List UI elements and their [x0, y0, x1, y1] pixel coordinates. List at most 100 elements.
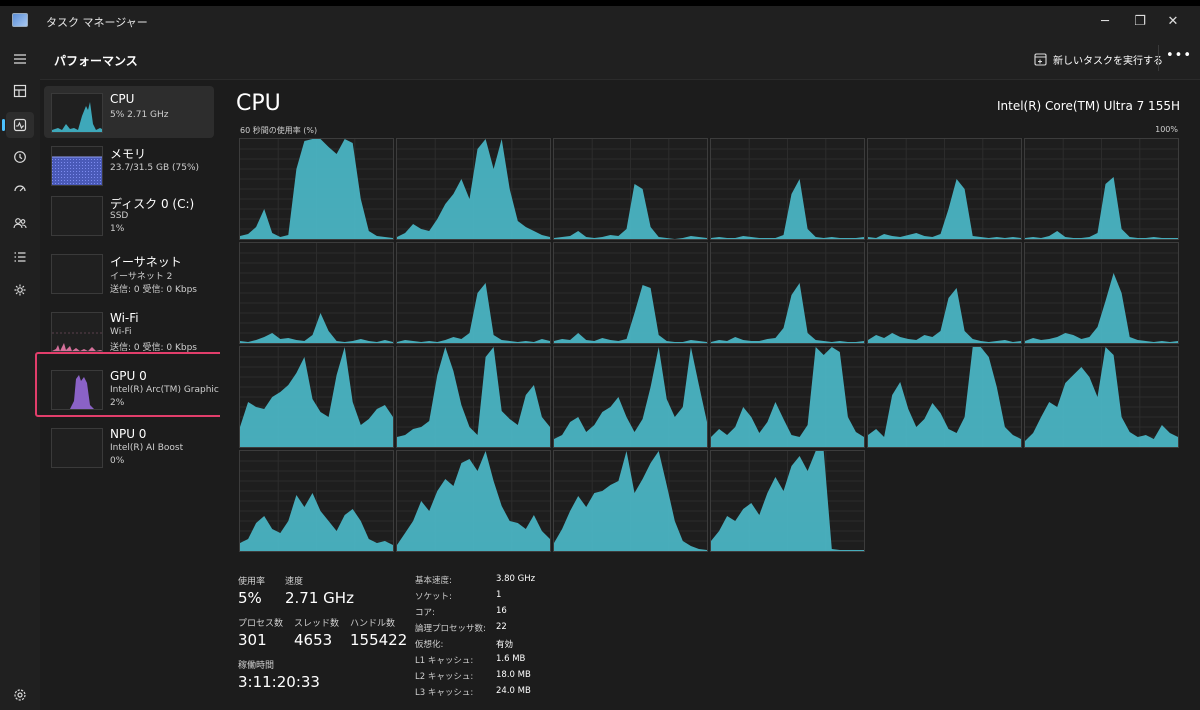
handles-value: 155422 — [350, 631, 408, 649]
core-graph — [396, 242, 551, 344]
active-indicator — [2, 119, 5, 131]
spec-value: 18.0 MB — [496, 670, 531, 680]
core-graph-svg — [240, 139, 393, 239]
spec-value: 16 — [496, 606, 507, 616]
spec-value: 24.0 MB — [496, 686, 531, 696]
core-graph-svg — [554, 451, 707, 551]
utilization-value: 5% — [238, 589, 262, 607]
core-graph-svg — [711, 347, 864, 447]
services-icon — [14, 284, 26, 296]
core-graph — [710, 450, 865, 552]
run-task-label: 新しいタスクを実行する — [1053, 55, 1163, 67]
nav-app-history[interactable] — [6, 144, 34, 170]
spec-key: コア: — [415, 608, 435, 618]
sidebar-item-memory[interactable]: メモリ 23.7/31.5 GB (75%) — [44, 139, 214, 191]
title-bar: タスク マネージャー ─ ❐ ✕ — [0, 6, 1200, 36]
cpu-thumbnail-graph — [51, 93, 103, 133]
memory-thumbnail-graph — [51, 146, 103, 186]
gpu-highlight-annotation — [35, 352, 229, 417]
nav-settings[interactable] — [6, 682, 34, 708]
sidebar-item-detail: 送信: 0 受信: 0 Kbps — [110, 285, 197, 295]
core-graph — [239, 242, 394, 344]
performance-icon — [13, 118, 27, 132]
threads-label: スレッド数 — [294, 619, 340, 629]
speed-label: 速度 — [285, 577, 304, 587]
uptime-value: 3:11:20:33 — [238, 673, 320, 691]
sidebar-item-wifi[interactable]: Wi-Fi Wi-Fi 送信: 0 受信: 0 Kbps — [44, 305, 214, 357]
core-graph — [396, 346, 551, 448]
core-graph — [239, 346, 394, 448]
sidebar-item-ethernet[interactable]: イーサネット イーサネット 2 送信: 0 受信: 0 Kbps — [44, 247, 214, 299]
nav-details[interactable] — [6, 244, 34, 270]
nav-services[interactable] — [6, 277, 34, 303]
core-graph — [553, 346, 708, 448]
users-icon — [13, 218, 27, 229]
core-graph-svg — [868, 139, 1021, 239]
nav-performance[interactable] — [2, 112, 34, 138]
sidebar-item-disk[interactable]: ディスク 0 (C:) SSD 1% — [44, 189, 214, 241]
details-icon — [14, 252, 26, 262]
core-graph — [239, 450, 394, 552]
sidebar-item-detail: Wi-Fi — [110, 327, 132, 337]
cpu-performance-panel: CPU Intel(R) Core(TM) Ultra 7 155H 60 秒間… — [220, 81, 1200, 710]
core-graph-svg — [240, 243, 393, 343]
handles-label: ハンドル数 — [350, 619, 396, 629]
core-graph-svg — [711, 451, 864, 551]
core-graph — [239, 138, 394, 240]
sidebar-item-detail: 1% — [110, 224, 125, 234]
page-title: パフォーマンス — [54, 54, 138, 68]
nav-processes[interactable] — [6, 78, 34, 104]
page-header: パフォーマンス 新しいタスクを実行する ••• — [40, 36, 1200, 80]
core-graph — [1024, 346, 1179, 448]
close-button[interactable]: ✕ — [1150, 6, 1196, 36]
navigation-rail — [0, 36, 40, 710]
sidebar-item-npu[interactable]: NPU 0 Intel(R) AI Boost 0% — [44, 421, 214, 473]
task-manager-app-icon — [12, 13, 28, 27]
settings-icon — [14, 689, 26, 701]
run-task-icon — [1034, 52, 1047, 66]
hamburger-icon — [14, 54, 26, 64]
core-graph-svg — [240, 451, 393, 551]
spec-key: L3 キャッシュ: — [415, 688, 474, 698]
core-graph — [1024, 242, 1179, 344]
sidebar-item-name: メモリ — [110, 147, 147, 161]
panel-title: CPU — [236, 91, 281, 116]
spec-key: 仮想化: — [415, 640, 444, 650]
sidebar-item-name: イーサネット — [110, 255, 182, 269]
core-graph — [710, 346, 865, 448]
spec-key: L2 キャッシュ: — [415, 672, 474, 682]
nav-startup[interactable] — [6, 176, 34, 202]
core-graph-svg — [868, 347, 1021, 447]
core-graph — [396, 450, 551, 552]
sidebar-item-cpu[interactable]: CPU 5% 2.71 GHz — [44, 86, 214, 138]
spec-value: 1 — [496, 590, 502, 600]
sidebar-item-detail: SSD — [110, 211, 129, 221]
spec-key: 基本速度: — [415, 576, 452, 586]
core-graph — [867, 346, 1022, 448]
nav-users[interactable] — [6, 210, 34, 236]
spec-value: 1.6 MB — [496, 654, 526, 664]
sidebar-item-name: CPU — [110, 92, 135, 106]
core-graph-svg — [397, 451, 550, 551]
sidebar-item-detail: 5% 2.71 GHz — [110, 110, 169, 120]
threads-value: 4653 — [294, 631, 333, 649]
graph-caption: 60 秒間の使用率 (%) — [240, 126, 318, 135]
core-graph-svg — [240, 347, 393, 447]
speed-value: 2.71 GHz — [285, 589, 354, 607]
uptime-label: 稼働時間 — [238, 661, 275, 671]
core-graph — [710, 242, 865, 344]
spec-value: 有効 — [496, 640, 514, 650]
core-graph — [396, 138, 551, 240]
processes-icon — [13, 84, 27, 98]
core-graph-svg — [1025, 347, 1178, 447]
spec-key: L1 キャッシュ: — [415, 656, 474, 666]
processes-value: 301 — [238, 631, 267, 649]
run-new-task-button[interactable]: 新しいタスクを実行する — [1034, 50, 1163, 68]
cpu-model-name: Intel(R) Core(TM) Ultra 7 155H — [996, 99, 1180, 113]
core-graph — [867, 242, 1022, 344]
wifi-thumbnail-graph — [51, 312, 103, 352]
core-graph — [553, 138, 708, 240]
more-options-button[interactable]: ••• — [1166, 48, 1191, 68]
spec-value: 3.80 GHz — [496, 574, 536, 584]
hamburger-menu-button[interactable] — [6, 46, 34, 72]
